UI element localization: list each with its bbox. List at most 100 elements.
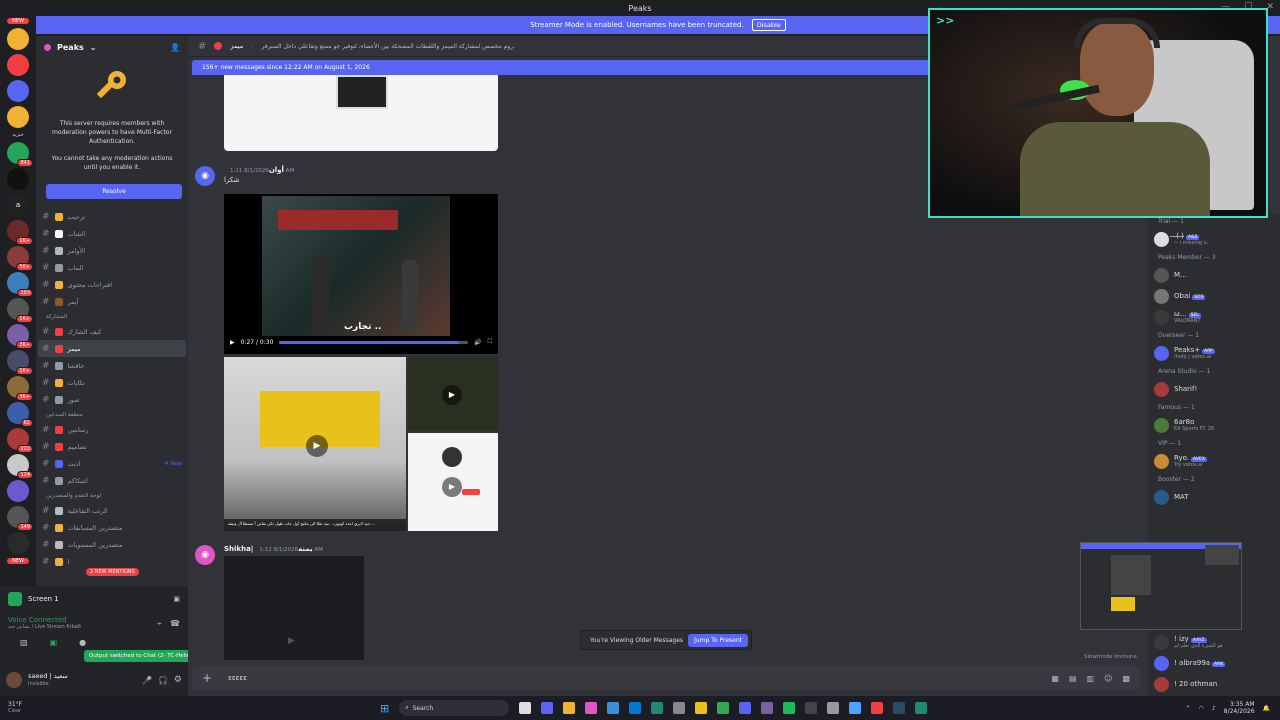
channel-item[interactable]: # متصدرين المسابقات [38, 519, 186, 536]
add-attachment-icon[interactable]: + [202, 671, 212, 685]
share-screen-icon[interactable]: ▣ [50, 638, 58, 647]
message-input[interactable]: ɛɛɛɛɛ [228, 674, 247, 682]
spotify-icon[interactable] [783, 702, 796, 714]
clock-date[interactable]: 8/24/2026 [1224, 708, 1255, 715]
channel-item[interactable]: # الأوامر [38, 242, 186, 259]
server-icon[interactable]: 222 [7, 428, 33, 453]
emoji-icon[interactable]: ☺ [1104, 674, 1112, 683]
server-icon[interactable]: 841 [7, 142, 33, 167]
discord-icon[interactable] [739, 702, 752, 714]
notification-bell-icon[interactable]: 🔔 [1263, 705, 1270, 712]
channel-item[interactable]: # الماب [38, 259, 186, 276]
message-author[interactable]: أوان8/1/2026 1:11 AM [224, 166, 294, 174]
chrome-icon[interactable] [717, 702, 730, 714]
search-box[interactable]: ⌕ Search [399, 700, 510, 716]
avatar[interactable] [6, 672, 22, 688]
teams-icon[interactable] [541, 702, 554, 714]
explorer-icon[interactable] [563, 702, 576, 714]
server-icon[interactable] [7, 168, 29, 190]
member-item[interactable]: MAT [1148, 487, 1280, 508]
server-icon[interactable]: 103 [7, 272, 33, 297]
voice-status[interactable]: Voice Connected [8, 616, 81, 624]
app-icon[interactable] [673, 702, 686, 714]
play-icon[interactable]: ▶ [442, 385, 462, 405]
server-icon[interactable] [7, 80, 29, 102]
server-icon[interactable]: 124 [7, 454, 33, 479]
channel-item[interactable]: # اقتراحات محتوى [38, 276, 186, 293]
server-icon[interactable]: 1K+ [7, 298, 33, 323]
category-label[interactable]: لوحة التقدم والمتصدرين [36, 489, 188, 502]
camera-off-icon[interactable]: ▧ [20, 638, 28, 647]
avatar[interactable]: ◉ [195, 545, 215, 565]
category-label[interactable]: المشاركة [36, 310, 188, 323]
app-icon[interactable] [915, 702, 928, 714]
author-name[interactable]: أوان [269, 166, 284, 174]
outlook-icon[interactable] [629, 702, 642, 714]
popout-icon[interactable]: ▣ [173, 595, 180, 603]
member-item[interactable]: Ryo. AVEX Try vetos.ai [1148, 451, 1280, 472]
video-attachment[interactable]: ▶ [224, 556, 364, 660]
member-item[interactable]: Peaks+ APP/help | vetos.ai [1148, 343, 1280, 364]
app-icon[interactable] [849, 702, 862, 714]
member-item[interactable]: Obai SOS [1148, 286, 1280, 307]
volume-icon[interactable]: 🔊 [474, 339, 481, 346]
member-item[interactable]: ! albra99a ARK [1148, 653, 1280, 674]
server-icon[interactable]: 1K+ [7, 350, 33, 375]
new-mentions-badge[interactable]: 2 NEW MENTIONS [86, 568, 139, 576]
channel-item[interactable]: # الشات [38, 225, 186, 242]
app-icon[interactable] [695, 702, 708, 714]
deafen-icon[interactable]: 🎧 [158, 676, 168, 685]
clock-time[interactable]: 3:35 AM [1224, 701, 1255, 708]
add-member-icon[interactable]: 👤 [170, 43, 180, 52]
channel-item[interactable]: # صور [38, 391, 186, 408]
channel-item[interactable]: # الرتب التفاعلية [38, 502, 186, 519]
video-player[interactable]: تجارب .. ▶ 0:27 / 0:30 🔊 ⛶ [224, 194, 498, 354]
screen-share-preview[interactable] [1080, 542, 1242, 630]
sticker-icon[interactable]: ▥ [1087, 674, 1095, 683]
fullscreen-icon[interactable]: ⛶ [488, 338, 492, 346]
wifi-icon[interactable]: ◠ [1199, 705, 1204, 712]
server-header[interactable]: Peaks ⌄ 👤 [36, 36, 188, 58]
server-icon[interactable] [7, 54, 29, 76]
image-attachment[interactable] [224, 75, 498, 151]
member-item[interactable]: ω... SEL VALORANT [1148, 307, 1280, 328]
video-attachment[interactable]: ▶ جيد لايري اعدد كوبون... ميد تقلا الى م… [224, 357, 406, 531]
server-icon[interactable]: 1K+ [7, 220, 33, 245]
app-icon[interactable] [827, 702, 840, 714]
server-icon[interactable] [7, 480, 29, 502]
steam-icon[interactable] [893, 702, 906, 714]
message-composer[interactable]: + ɛɛɛɛɛ ▦ ▤ ▥ ☺ ▩ [192, 666, 1140, 690]
activity-icon[interactable]: ● [79, 638, 86, 647]
seek-bar[interactable] [279, 340, 469, 344]
tray-chevron-icon[interactable]: ⌃ [1186, 705, 1191, 712]
server-icon[interactable] [7, 532, 29, 554]
server-icon[interactable]: a [7, 194, 29, 216]
channel-item[interactable]: # رسامين [38, 421, 186, 438]
member-item[interactable]: ! izy AAYZ هو الشيء الذي تعلم لم [1148, 632, 1280, 653]
channel-item[interactable]: # كيف الشارك [38, 323, 186, 340]
server-icon[interactable]: 3K+ [7, 324, 33, 349]
channel-item[interactable]: # ترحيب [38, 208, 186, 225]
channel-item[interactable]: # تكايات [38, 374, 186, 391]
volume-icon[interactable]: ♪ [1212, 705, 1216, 712]
avatar[interactable]: ◉ [195, 166, 215, 186]
channel-item[interactable]: # آيمر [38, 293, 186, 310]
disconnect-icon[interactable]: ☎ [170, 619, 180, 628]
channel-item[interactable]: # تصاميم [38, 438, 186, 455]
channel-item[interactable]: # ادبت 4 New [38, 455, 186, 472]
play-icon[interactable]: ▶ [288, 636, 295, 646]
obs-icon[interactable] [805, 702, 818, 714]
member-item[interactable]: ̶ ̶(̶ ̶)̶ A&S ~ i missing u. [1148, 229, 1280, 250]
gif-icon[interactable]: ▤ [1069, 674, 1077, 683]
server-icon[interactable]: 3K+ [7, 376, 33, 401]
server-icon[interactable] [7, 28, 29, 50]
app-icon[interactable] [871, 702, 884, 714]
server-icon[interactable]: 149 [7, 506, 33, 531]
mute-icon[interactable]: 🎤 [142, 676, 152, 685]
channel-topic[interactable]: روم مخصص لمشاركة الميمز واللقطات المضحكة… [261, 43, 515, 50]
new-messages-bar[interactable]: 156+ new messages since 12:22 AM on Augu… [192, 60, 932, 75]
server-icon[interactable]: 62 [7, 402, 33, 427]
channel-item[interactable]: # متصدرين المستويات [38, 536, 186, 553]
message-author[interactable]: Shikha|يمنه8/1/2026 1:12 AM [224, 545, 323, 553]
username[interactable]: saeed | سعيد [28, 672, 68, 681]
